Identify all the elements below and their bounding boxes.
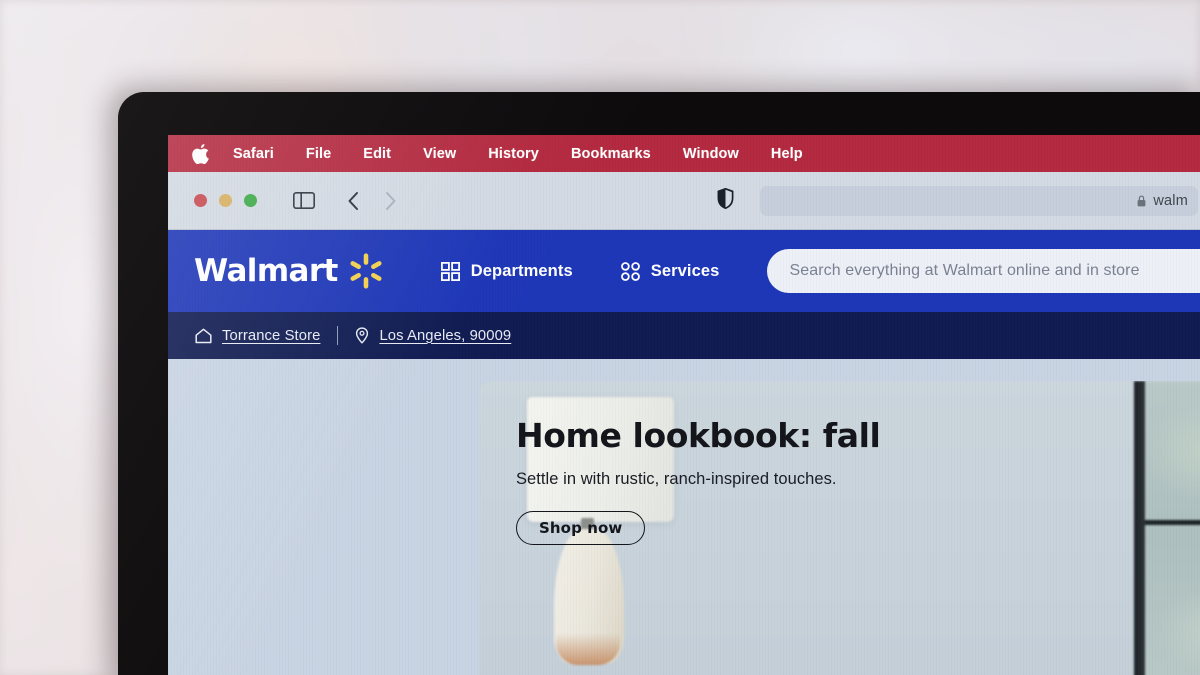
home-icon: [195, 328, 212, 343]
hero-window-glass: [1145, 381, 1200, 675]
zoom-button[interactable]: [244, 194, 257, 207]
hero-window-mullion: [1145, 520, 1200, 525]
menu-item-file[interactable]: File: [290, 146, 347, 162]
delivery-selector[interactable]: Los Angeles, 90009: [355, 327, 511, 344]
menu-item-view[interactable]: View: [407, 146, 472, 162]
menu-item-help[interactable]: Help: [755, 146, 819, 162]
laptop-bezel: Safari File Edit View History Bookmarks …: [118, 92, 1200, 675]
shop-now-button[interactable]: Shop now: [516, 511, 646, 546]
minimize-button[interactable]: [219, 194, 232, 207]
hero-copy: Home lookbook: fall Settle in with rusti…: [516, 416, 881, 546]
delivery-label: Los Angeles, 90009: [379, 327, 512, 344]
hero-lamp-base-accent: [556, 633, 620, 665]
store-selector[interactable]: Torrance Store: [195, 328, 320, 344]
nav-services-label: Services: [650, 261, 720, 280]
walmart-logo[interactable]: Walmart: [194, 252, 385, 290]
privacy-shield-icon[interactable]: [717, 187, 734, 214]
sidebar-toggle-icon[interactable]: [293, 192, 315, 209]
map-pin-icon: [356, 327, 369, 344]
navigation-arrows: [347, 191, 397, 211]
menu-item-bookmarks[interactable]: Bookmarks: [555, 146, 667, 162]
nav-departments-label: Departments: [470, 261, 573, 280]
hero-window-frame: [1134, 381, 1145, 675]
menu-item-window[interactable]: Window: [667, 146, 755, 162]
search-placeholder: Search everything at Walmart online and …: [789, 262, 1140, 279]
safari-toolbar: walm: [168, 172, 1200, 230]
grid-squares-icon: [440, 261, 460, 281]
lock-icon: [1137, 195, 1146, 206]
laptop-screen: Safari File Edit View History Bookmarks …: [168, 135, 1200, 675]
close-button[interactable]: [194, 194, 207, 207]
address-bar-url: walm: [1153, 192, 1188, 209]
walmart-wordmark: Walmart: [194, 252, 338, 289]
page-body: Home lookbook: fall Settle in with rusti…: [168, 359, 1200, 675]
window-controls: [194, 194, 257, 207]
search-input[interactable]: Search everything at Walmart online and …: [767, 249, 1200, 293]
nav-departments[interactable]: Departments: [440, 261, 573, 281]
walmart-spark-icon: [350, 253, 382, 289]
menu-item-edit[interactable]: Edit: [347, 146, 407, 162]
apple-logo-icon[interactable]: [192, 143, 209, 164]
address-bar[interactable]: walm: [760, 185, 1198, 216]
forward-button[interactable]: [384, 191, 397, 211]
back-button[interactable]: [347, 191, 360, 211]
hero-banner-card[interactable]: Home lookbook: fall Settle in with rusti…: [479, 381, 1200, 675]
grid-circles-icon: [620, 261, 640, 281]
store-label: Torrance Store: [222, 327, 321, 344]
location-separator: [337, 326, 339, 345]
hero-window: [1134, 381, 1200, 675]
menu-item-history[interactable]: History: [472, 146, 555, 162]
menu-item-safari[interactable]: Safari: [233, 146, 290, 162]
location-bar: Torrance Store Los Angeles, 90009: [168, 312, 1200, 359]
nav-services[interactable]: Services: [620, 261, 720, 281]
screenshot-stage: Safari File Edit View History Bookmarks …: [0, 0, 1200, 675]
hero-title: Home lookbook: fall: [516, 416, 881, 455]
hero-subtitle: Settle in with rustic, ranch-inspired to…: [516, 470, 837, 489]
walmart-site-header: Walmart Departments Services Search ever…: [168, 230, 1200, 312]
macos-menu-bar: Safari File Edit View History Bookmarks …: [168, 135, 1200, 172]
